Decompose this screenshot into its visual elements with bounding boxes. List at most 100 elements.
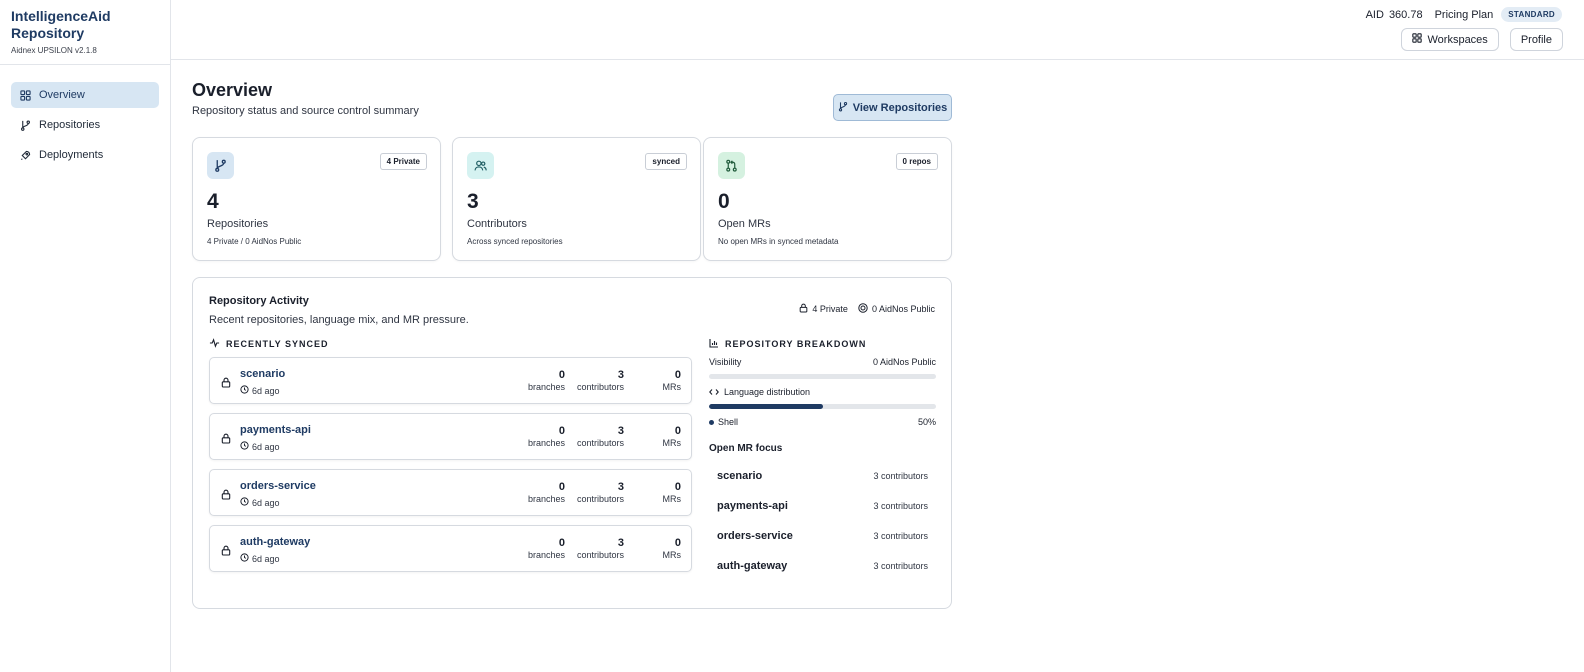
- shell-dot-icon: [709, 419, 714, 425]
- focus-count: 3 contributors: [873, 501, 928, 511]
- bar-chart-icon: [709, 338, 719, 350]
- card-value: 0: [718, 190, 730, 213]
- repo-name[interactable]: payments-api: [240, 424, 311, 436]
- repo-row[interactable]: payments-api 6d ago 0 branches 3 contribut…: [209, 413, 692, 460]
- card-sub: Across synced repositories: [467, 237, 563, 246]
- language-legend-row: Shell 50%: [709, 417, 936, 427]
- language-pct: 50%: [917, 417, 936, 427]
- repo-mrs-stat: 0 MRs: [663, 481, 682, 504]
- repo-row[interactable]: auth-gateway 6d ago 0 branches 3 contribut…: [209, 525, 692, 572]
- focus-repo-name: auth-gateway: [717, 560, 788, 572]
- brand-title-line2: Repository: [11, 25, 85, 41]
- profile-button[interactable]: Profile: [1509, 28, 1563, 51]
- repo-name[interactable]: scenario: [240, 368, 285, 380]
- workspaces-button[interactable]: Workspaces: [1401, 28, 1499, 51]
- contributors-label: contributors: [576, 382, 624, 392]
- grid-icon: [1412, 33, 1423, 46]
- meta-public: 0 AidNos Public: [871, 304, 935, 314]
- branches-value: 0: [558, 425, 565, 437]
- sidebar-item-repositories[interactable]: Repositories: [11, 112, 159, 138]
- mrs-value: 0: [674, 425, 681, 437]
- repo-name[interactable]: orders-service: [240, 480, 316, 492]
- users-icon: [467, 152, 494, 179]
- contributors-value: 3: [617, 369, 624, 381]
- recently-synced-heading: RECENTLY SYNCED: [209, 338, 329, 350]
- repo-time-text: 6d ago: [252, 553, 280, 564]
- language-name: Shell: [718, 417, 739, 427]
- repo-mrs-stat: 0 MRs: [663, 537, 682, 560]
- breakdown-label: REPOSITORY BREAKDOWN: [725, 339, 867, 349]
- branches-value: 0: [558, 481, 565, 493]
- workspaces-label: Workspaces: [1427, 33, 1488, 46]
- repo-synced-time: 6d ago: [240, 441, 280, 452]
- topbar-actions: Workspaces Profile: [1401, 28, 1563, 51]
- contributors-value: 3: [617, 537, 624, 549]
- brand: IntelligenceAid Repository Aidnex UPSILO…: [0, 0, 170, 65]
- mrs-label: MRs: [662, 438, 682, 448]
- card-label: Repositories: [207, 218, 269, 230]
- plan-label: Pricing Plan: [1434, 8, 1494, 21]
- sidebar-item-overview[interactable]: Overview: [11, 82, 159, 108]
- lock-icon: [221, 543, 231, 561]
- plan-badge: STANDARD: [1501, 7, 1562, 22]
- repo-row[interactable]: orders-service 6d ago 0 branches 3 contrib…: [209, 469, 692, 516]
- card-sub: 4 Private / 0 AidNos Public: [207, 237, 302, 246]
- git-branch-icon: [838, 101, 848, 115]
- clock-icon: [240, 385, 249, 396]
- mrs-value: 0: [674, 369, 681, 381]
- card-label: Open MRs: [718, 218, 771, 230]
- repo-mrs-stat: 0 MRs: [663, 369, 682, 392]
- clock-icon: [240, 441, 249, 452]
- aid-value: 360.78: [1388, 8, 1423, 21]
- stat-card-open-mrs: 0 repos 0 Open MRs No open MRs in synced…: [703, 137, 952, 261]
- profile-label: Profile: [1520, 33, 1552, 46]
- focus-row[interactable]: auth-gateway 3 contributors: [717, 560, 928, 572]
- card-value: 4: [207, 190, 219, 213]
- focus-count: 3 contributors: [873, 561, 928, 571]
- language-bar: [709, 404, 936, 409]
- repo-branches-stat: 0 branches: [528, 537, 565, 560]
- account-summary: AID 360.78 Pricing Plan STANDARD: [1366, 7, 1562, 22]
- mrs-label: MRs: [662, 382, 682, 392]
- brand-version: Aidnex UPSILON v2.1.8: [11, 46, 97, 55]
- sidebar-item-label: Deployments: [39, 149, 104, 161]
- visibility-label: Visibility: [709, 357, 742, 367]
- repo-name[interactable]: auth-gateway: [240, 536, 310, 548]
- repo-synced-time: 6d ago: [240, 497, 280, 508]
- focus-row[interactable]: payments-api 3 contributors: [717, 500, 928, 512]
- activity-title: Repository Activity: [209, 295, 309, 307]
- view-repositories-button[interactable]: View Repositories: [833, 94, 952, 121]
- lock-icon: [799, 303, 808, 315]
- focus-repo-name: scenario: [717, 470, 763, 482]
- lock-icon: [221, 487, 231, 505]
- mrs-label: MRs: [662, 494, 682, 504]
- open-mr-focus-title: Open MR focus: [709, 443, 783, 454]
- grid-icon: [19, 89, 31, 101]
- repo-row[interactable]: scenario 6d ago 0 branches 3 contributors …: [209, 357, 692, 404]
- lock-icon: [221, 375, 231, 393]
- branches-value: 0: [558, 537, 565, 549]
- git-pull-request-icon: [718, 152, 745, 179]
- focus-repo-name: orders-service: [717, 530, 793, 542]
- branches-label: branches: [527, 494, 565, 504]
- sidebar-item-deployments[interactable]: Deployments: [11, 142, 159, 168]
- card-tag: 4 Private: [379, 153, 427, 170]
- card-tag: synced: [645, 153, 687, 170]
- branches-label: branches: [527, 382, 565, 392]
- focus-repo-name: payments-api: [717, 500, 788, 512]
- card-value: 3: [467, 190, 479, 213]
- focus-row[interactable]: orders-service 3 contributors: [717, 530, 928, 542]
- repository-activity-panel: Repository Activity Recent repositories,…: [192, 277, 952, 609]
- activity-icon: [209, 338, 220, 350]
- branches-label: branches: [527, 438, 565, 448]
- contributors-label: contributors: [576, 494, 624, 504]
- repo-branches-stat: 0 branches: [528, 481, 565, 504]
- recently-synced-label: RECENTLY SYNCED: [226, 339, 329, 349]
- language-label: Language distribution: [724, 387, 811, 397]
- focus-count: 3 contributors: [873, 531, 928, 541]
- sidebar: IntelligenceAid Repository Aidnex UPSILO…: [0, 0, 171, 672]
- focus-row[interactable]: scenario 3 contributors: [717, 470, 928, 482]
- rocket-icon: [19, 149, 31, 161]
- contributors-label: contributors: [576, 438, 624, 448]
- repo-synced-time: 6d ago: [240, 385, 280, 396]
